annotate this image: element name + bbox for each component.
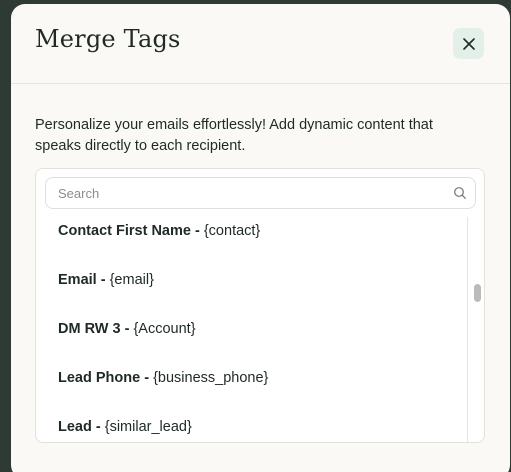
close-icon <box>462 37 475 50</box>
close-button[interactable] <box>453 28 484 59</box>
merge-tags-list: Contact First Name - {contact} Email - {… <box>36 217 468 442</box>
merge-tag-code: {similar_lead} <box>104 419 192 435</box>
merge-tag-name: Lead Phone <box>58 370 141 386</box>
merge-tag-separator: - <box>96 272 110 288</box>
merge-tag-item[interactable]: Lead Phone - {business_phone} <box>58 370 268 386</box>
merge-tag-code: {business_phone} <box>153 370 269 386</box>
merge-tag-separator: - <box>91 419 105 435</box>
merge-tag-name: Email <box>58 272 97 288</box>
search-box <box>45 177 476 209</box>
merge-tag-separator: - <box>190 223 204 239</box>
merge-tag-item[interactable]: DM RW 3 - {Account} <box>58 321 196 337</box>
merge-tag-name: Lead <box>58 419 92 435</box>
merge-tag-name: DM RW 3 <box>58 321 121 337</box>
search-icon <box>454 187 466 199</box>
merge-tag-code: {Account} <box>133 321 196 337</box>
merge-tag-separator: - <box>120 321 134 337</box>
merge-tag-item[interactable]: Lead - {similar_lead} <box>58 419 192 435</box>
list-scrollbar-thumb[interactable] <box>474 284 481 302</box>
merge-tag-separator: - <box>140 370 154 386</box>
merge-tag-item[interactable]: Email - {email} <box>58 272 154 288</box>
modal-description: Personalize your emails effortlessly! Ad… <box>35 117 433 154</box>
modal-title: Merge Tags <box>35 25 181 53</box>
merge-tag-code: {email} <box>109 272 154 288</box>
merge-tag-name: Contact First Name <box>58 223 191 239</box>
merge-tag-item[interactable]: Contact First Name - {contact} <box>58 223 260 239</box>
merge-tag-code: {contact} <box>203 223 261 239</box>
merge-tags-panel: Contact First Name - {contact} Email - {… <box>35 168 485 443</box>
merge-tags-modal: Merge Tags Personalize your emails effor… <box>11 4 510 472</box>
modal-header: Merge Tags <box>11 4 510 84</box>
search-input[interactable] <box>46 178 446 208</box>
